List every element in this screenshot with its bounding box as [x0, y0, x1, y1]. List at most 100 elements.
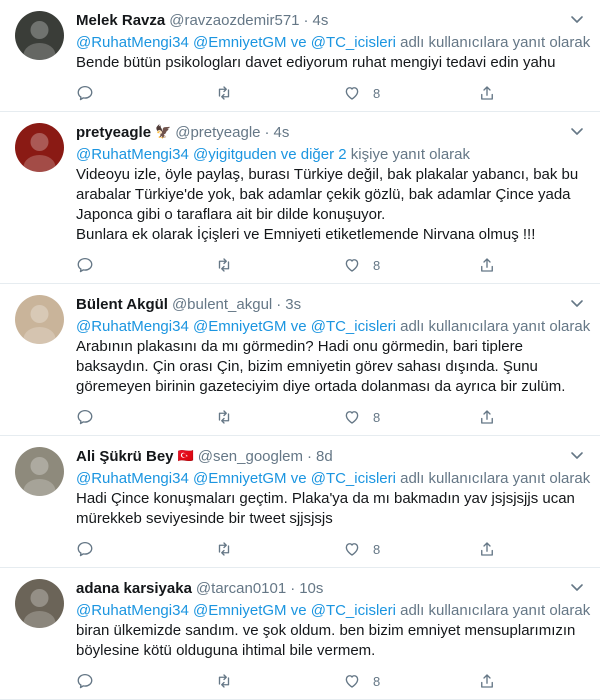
heart-icon	[345, 259, 359, 272]
heart-icon	[345, 411, 359, 424]
retweet-button[interactable]	[215, 84, 343, 102]
like-count: 8	[373, 409, 381, 425]
share-icon	[481, 674, 493, 688]
tweet-header: Ali Şükrü Bey 🇹🇷 @sen_googlem · 8d	[76, 446, 585, 466]
display-name[interactable]: Melek Ravza	[76, 12, 165, 29]
reply-mentions[interactable]: @RuhatMengi34 @EmniyetGM ve @TC_icisleri	[76, 470, 396, 487]
tweet-text-line: arabalar Türkiye'de yok, bak adamlar çek…	[76, 186, 571, 203]
separator-dot: ·	[290, 579, 296, 597]
tweet-actions: 8	[76, 247, 585, 283]
tweet-actions: 8	[76, 399, 585, 435]
reply-mentions[interactable]: @RuhatMengi34 @EmniyetGM ve @TC_icisleri	[76, 602, 396, 619]
tweet-header: Bülent Akgül @bulent_akgul · 3s	[76, 294, 585, 314]
like-button[interactable]: 8	[343, 672, 478, 690]
avatar[interactable]	[15, 11, 64, 60]
avatar[interactable]	[15, 295, 64, 344]
tweet-actions: 8	[76, 531, 585, 567]
reply-context: @RuhatMengi34 @yigitguden ve diğer 2 kiş…	[76, 145, 585, 165]
like-button[interactable]: 8	[343, 408, 478, 426]
tweet[interactable]: Melek Ravza @ravzaozdemir571 · 4s @Ruhat…	[0, 0, 600, 112]
timestamp[interactable]: 8d	[316, 448, 333, 465]
reply-suffix: adlı kullanıcılara yanıt olarak	[395, 470, 591, 487]
tweet-text-line: Hadi Çince konuşmaları geçtim. Plaka'ya …	[76, 490, 575, 507]
reply-context: @RuhatMengi34 @EmniyetGM ve @TC_icisleri…	[76, 33, 590, 53]
tweet[interactable]: Ali Şükrü Bey 🇹🇷 @sen_googlem · 8d @Ruha…	[0, 436, 600, 568]
avatar-image	[15, 579, 64, 628]
share-icon	[481, 542, 493, 556]
share-button[interactable]	[478, 408, 568, 426]
timestamp[interactable]: 4s	[313, 12, 329, 29]
tweet[interactable]: adana karsiyaka @tarcan0101 · 10s @Ruhat…	[0, 568, 600, 700]
reply-button[interactable]	[76, 672, 215, 690]
tweet[interactable]: Bülent Akgül @bulent_akgul · 3s @RuhatMe…	[0, 284, 600, 436]
share-button[interactable]	[478, 84, 568, 102]
chevron-down-icon[interactable]	[570, 126, 584, 136]
tweet-text-line: göremeyen birinin gazeteciyim diye ortad…	[76, 378, 566, 395]
retweet-button[interactable]	[215, 672, 343, 690]
separator-dot: ·	[307, 447, 313, 465]
avatar[interactable]	[15, 579, 64, 628]
handle[interactable]: @tarcan0101	[196, 580, 286, 597]
share-button[interactable]	[478, 256, 568, 274]
retweet-button[interactable]	[215, 540, 343, 558]
like-button[interactable]: 8	[343, 256, 478, 274]
handle[interactable]: @ravzaozdemir571	[169, 12, 299, 29]
tweet-header: pretyeagle 🦅 @pretyeagle · 4s	[76, 122, 585, 142]
tweet-text-line: Japonca gibi o taraflara ait bir dilde k…	[76, 206, 386, 223]
chevron-down-icon[interactable]	[570, 450, 584, 460]
reply-mentions[interactable]: @RuhatMengi34 @EmniyetGM ve @TC_icisleri	[76, 318, 396, 335]
timeline: Melek Ravza @ravzaozdemir571 · 4s @Ruhat…	[0, 0, 600, 700]
tweet-text-line: Arabının plakasını da mı görmedin? Hadi …	[76, 338, 523, 355]
timestamp[interactable]: 3s	[285, 296, 301, 313]
retweet-icon	[218, 410, 230, 424]
reply-button[interactable]	[76, 84, 215, 102]
reply-button[interactable]	[76, 540, 215, 558]
share-button[interactable]	[478, 672, 568, 690]
heart-icon	[345, 543, 359, 556]
tweet-text-line: biran ülkemizde sandım. ve şok oldum. be…	[76, 622, 576, 639]
handle[interactable]: @sen_googlem	[198, 448, 303, 465]
reply-suffix: adlı kullanıcılara yanıt olarak	[395, 602, 591, 619]
avatar-image	[15, 123, 64, 172]
chevron-down-icon[interactable]	[570, 298, 584, 308]
reply-button[interactable]	[76, 256, 215, 274]
reply-button[interactable]	[76, 408, 215, 426]
like-count: 8	[373, 541, 381, 557]
display-name[interactable]: Ali Şükrü Bey	[76, 448, 174, 465]
avatar-image	[15, 295, 64, 344]
like-button[interactable]: 8	[343, 84, 478, 102]
handle[interactable]: @bulent_akgul	[172, 296, 272, 313]
name-badge: 🦅	[155, 124, 172, 139]
like-button[interactable]: 8	[343, 540, 478, 558]
display-name[interactable]: Bülent Akgül	[76, 296, 168, 313]
reply-icon	[77, 541, 93, 557]
reply-mentions[interactable]: @RuhatMengi34 @EmniyetGM ve @TC_icisleri	[76, 34, 396, 51]
tweet-text-line: böylesine kötü olduguna ihtimal bile ver…	[76, 642, 376, 659]
reply-suffix: adlı kullanıcılara yanıt olarak	[395, 318, 591, 335]
tweet-text-line: mürekkeb seviyesinde bir tweet sjjsjsjs	[76, 510, 333, 527]
separator-dot: ·	[303, 11, 309, 29]
retweet-button[interactable]	[215, 256, 343, 274]
chevron-down-icon[interactable]	[570, 582, 584, 592]
reply-mentions[interactable]: @RuhatMengi34 @yigitguden ve diğer 2	[76, 146, 347, 163]
avatar[interactable]	[15, 447, 64, 496]
timestamp[interactable]: 4s	[274, 124, 290, 141]
timestamp[interactable]: 10s	[299, 580, 323, 597]
avatar[interactable]	[15, 123, 64, 172]
retweet-button[interactable]	[215, 408, 343, 426]
display-name[interactable]: pretyeagle	[76, 124, 151, 141]
tweet-actions: 8	[76, 663, 585, 699]
reply-context: @RuhatMengi34 @EmniyetGM ve @TC_icisleri…	[76, 469, 590, 489]
name-badge: 🇹🇷	[177, 448, 194, 463]
handle[interactable]: @pretyeagle	[175, 124, 260, 141]
chevron-down-icon[interactable]	[570, 14, 584, 24]
display-name[interactable]: adana karsiyaka	[76, 580, 192, 597]
tweet[interactable]: pretyeagle 🦅 @pretyeagle · 4s @RuhatMeng…	[0, 112, 600, 284]
reply-icon	[77, 257, 93, 273]
avatar-image	[15, 447, 64, 496]
like-count: 8	[373, 673, 381, 689]
avatar-image	[15, 11, 64, 60]
tweet-text-line: Bunlara ek olarak İçişleri ve Emniyeti e…	[76, 226, 536, 243]
retweet-icon	[218, 674, 230, 688]
share-button[interactable]	[478, 540, 568, 558]
